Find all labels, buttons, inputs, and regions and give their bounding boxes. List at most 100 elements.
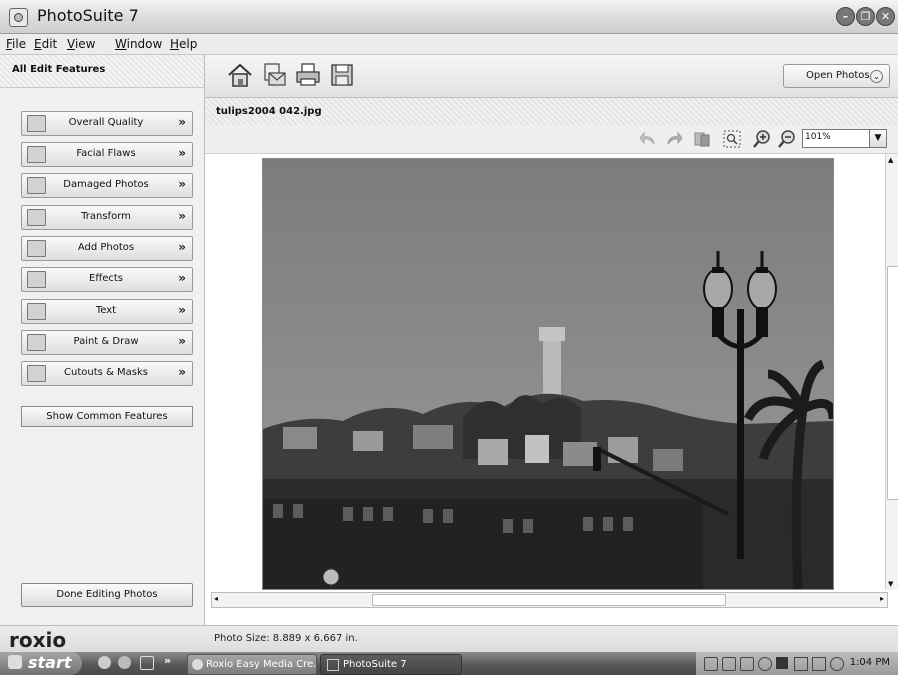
task-photosuite[interactable]: PhotoSuite 7 — [320, 654, 462, 675]
menu-help[interactable]: Help — [170, 37, 197, 51]
horizontal-scroll-thumb[interactable] — [372, 594, 726, 606]
undo-icon[interactable] — [639, 130, 657, 148]
vertical-scroll-thumb[interactable] — [887, 266, 898, 500]
feature-text[interactable]: Text » — [21, 299, 193, 324]
feature-label: Add Photos — [77, 242, 135, 253]
chevron-right-icon: » — [178, 303, 186, 317]
tray-network-icon[interactable] — [704, 657, 718, 671]
zoom-in-icon[interactable] — [752, 129, 772, 149]
open-photos-button[interactable]: Open Photos ⌄ — [783, 64, 890, 88]
paint-icon — [27, 334, 46, 351]
system-tray: 1:04 PM — [696, 652, 898, 675]
close-button[interactable]: ✕ — [876, 7, 895, 26]
photo-image[interactable] — [262, 158, 834, 590]
feature-label: Paint & Draw — [73, 336, 139, 347]
document-header: tulips2004 042.jpg — [205, 98, 898, 125]
tray-monitor-icon[interactable] — [722, 657, 736, 671]
menu-view[interactable]: View — [67, 37, 95, 51]
photosuite-app-icon — [327, 659, 339, 671]
feature-label: Text — [95, 305, 117, 316]
quicklaunch-more-icon[interactable]: » — [164, 654, 171, 667]
app-icon — [9, 8, 28, 27]
email-icon[interactable] — [260, 61, 288, 89]
chevron-right-icon: » — [178, 240, 186, 254]
compare-icon[interactable] — [693, 130, 711, 148]
start-label: start — [28, 653, 72, 672]
feature-label: Damaged Photos — [63, 179, 149, 190]
status-bar: roxio Photo Size: 8.889 x 6.667 in. — [0, 625, 898, 653]
zoom-value: 101% — [805, 132, 831, 142]
scroll-left-icon[interactable]: ◂ — [214, 594, 218, 603]
start-button[interactable]: start — [0, 652, 82, 675]
horizontal-scrollbar[interactable]: ◂ ▸ — [211, 592, 888, 608]
chevron-down-icon[interactable]: ▼ — [869, 130, 886, 147]
document-title: tulips2004 042.jpg — [216, 106, 322, 117]
zoom-out-icon[interactable] — [777, 129, 797, 149]
task-roxio-easy-media[interactable]: Roxio Easy Media Cre... — [187, 654, 317, 675]
show-common-features-button[interactable]: Show Common Features — [21, 406, 193, 427]
view-toolbar: 101% ▼ — [205, 125, 898, 154]
minimize-button[interactable]: – — [836, 7, 855, 26]
tray-messenger-icon[interactable] — [830, 657, 844, 671]
feature-effects[interactable]: Effects » — [21, 267, 193, 292]
tray-help-icon[interactable] — [740, 657, 754, 671]
menu-edit[interactable]: Edit — [34, 37, 57, 51]
menu-window[interactable]: Window — [115, 37, 162, 51]
zoom-to-fit-icon[interactable] — [723, 130, 741, 148]
tray-volume-icon[interactable] — [794, 657, 808, 671]
feature-label: Effects — [89, 273, 123, 284]
task-label: PhotoSuite 7 — [343, 659, 407, 670]
home-icon[interactable] — [226, 61, 254, 89]
chevron-right-icon: » — [178, 365, 186, 379]
menu-file[interactable]: File — [6, 37, 26, 51]
quicklaunch-desktop-icon[interactable] — [140, 656, 154, 670]
print-icon[interactable] — [294, 61, 322, 89]
feature-add-photos[interactable]: Add Photos » — [21, 236, 193, 261]
scroll-up-icon[interactable]: ▲ — [888, 156, 893, 164]
feature-facial-flaws[interactable]: Facial Flaws » — [21, 142, 193, 167]
tray-app-icon[interactable] — [776, 657, 788, 669]
cutout-icon — [27, 365, 46, 382]
chevron-right-icon: » — [178, 146, 186, 160]
photo-size-text: Photo Size: 8.889 x 6.667 in. — [214, 633, 358, 644]
feature-label: Cutouts & Masks — [64, 367, 148, 378]
photo-canvas[interactable] — [205, 154, 885, 590]
quicklaunch-browser-icon[interactable] — [118, 656, 131, 669]
transform-icon — [27, 209, 46, 226]
restore-button[interactable]: ❐ — [856, 7, 875, 26]
roxio-logo: roxio — [9, 628, 67, 652]
scroll-right-icon[interactable]: ▸ — [880, 594, 884, 603]
vertical-scrollbar[interactable]: ▲ ▼ — [885, 154, 898, 590]
quicklaunch-media-icon[interactable] — [98, 656, 111, 669]
done-editing-button[interactable]: Done Editing Photos — [21, 583, 193, 607]
panel-title: All Edit Features — [12, 64, 106, 75]
redo-icon[interactable] — [665, 130, 683, 148]
damaged-photo-icon — [27, 177, 46, 194]
tray-collapse-icon[interactable] — [758, 657, 772, 671]
scroll-down-icon[interactable]: ▼ — [888, 580, 893, 588]
chevron-right-icon: » — [178, 271, 186, 285]
quality-icon — [27, 115, 46, 132]
open-photos-label: Open Photos — [806, 70, 870, 81]
save-icon[interactable] — [328, 61, 356, 89]
edit-features-panel: All Edit Features Overall Quality » Faci… — [0, 55, 205, 625]
chevron-right-icon: » — [178, 115, 186, 129]
feature-cutouts-masks[interactable]: Cutouts & Masks » — [21, 361, 193, 386]
feature-overall-quality[interactable]: Overall Quality » — [21, 111, 193, 136]
effects-icon — [27, 271, 46, 288]
window-title: PhotoSuite 7 — [37, 6, 139, 25]
text-icon — [27, 303, 46, 320]
feature-damaged-photos[interactable]: Damaged Photos » — [21, 173, 193, 198]
clock: 1:04 PM — [849, 657, 890, 668]
chevron-right-icon: » — [178, 177, 186, 191]
roxio-app-icon — [192, 659, 203, 670]
add-photo-icon — [27, 240, 46, 257]
zoom-select[interactable]: 101% ▼ — [802, 129, 887, 148]
task-label: Roxio Easy Media Cre... — [206, 659, 317, 670]
tray-security-icon[interactable] — [812, 657, 826, 671]
main-toolbar: Open Photos ⌄ — [205, 55, 898, 98]
feature-transform[interactable]: Transform » — [21, 205, 193, 230]
panel-header: All Edit Features — [0, 55, 204, 88]
feature-paint-draw[interactable]: Paint & Draw » — [21, 330, 193, 355]
chevron-down-icon: ⌄ — [870, 70, 883, 83]
